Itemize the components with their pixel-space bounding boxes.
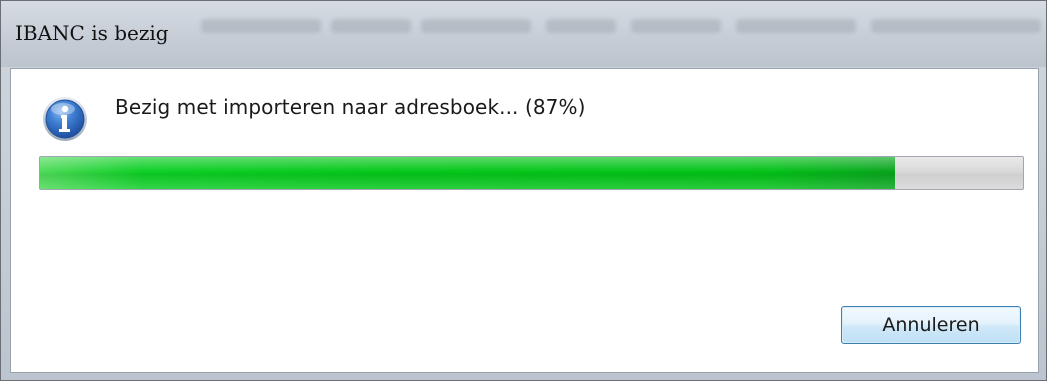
progress-bar — [39, 156, 1024, 190]
background-blur — [871, 19, 1041, 33]
title-bar[interactable]: IBANC is bezig — [1, 1, 1046, 67]
progress-bar-fill — [40, 157, 896, 189]
background-blur — [546, 19, 616, 33]
background-blur — [631, 19, 721, 33]
background-blur — [201, 19, 321, 33]
info-icon — [43, 97, 87, 141]
background-blur — [736, 19, 856, 33]
window-title: IBANC is bezig — [15, 21, 169, 45]
progress-message: Bezig met importeren naar adresboek... (… — [115, 95, 586, 119]
cancel-button[interactable]: Annuleren — [841, 306, 1021, 344]
background-blur — [331, 19, 411, 33]
dialog-window: IBANC is bezig Bezig met importeren naar… — [0, 0, 1047, 381]
dialog-content: Bezig met importeren naar adresboek... (… — [10, 68, 1039, 373]
background-blur — [421, 19, 531, 33]
